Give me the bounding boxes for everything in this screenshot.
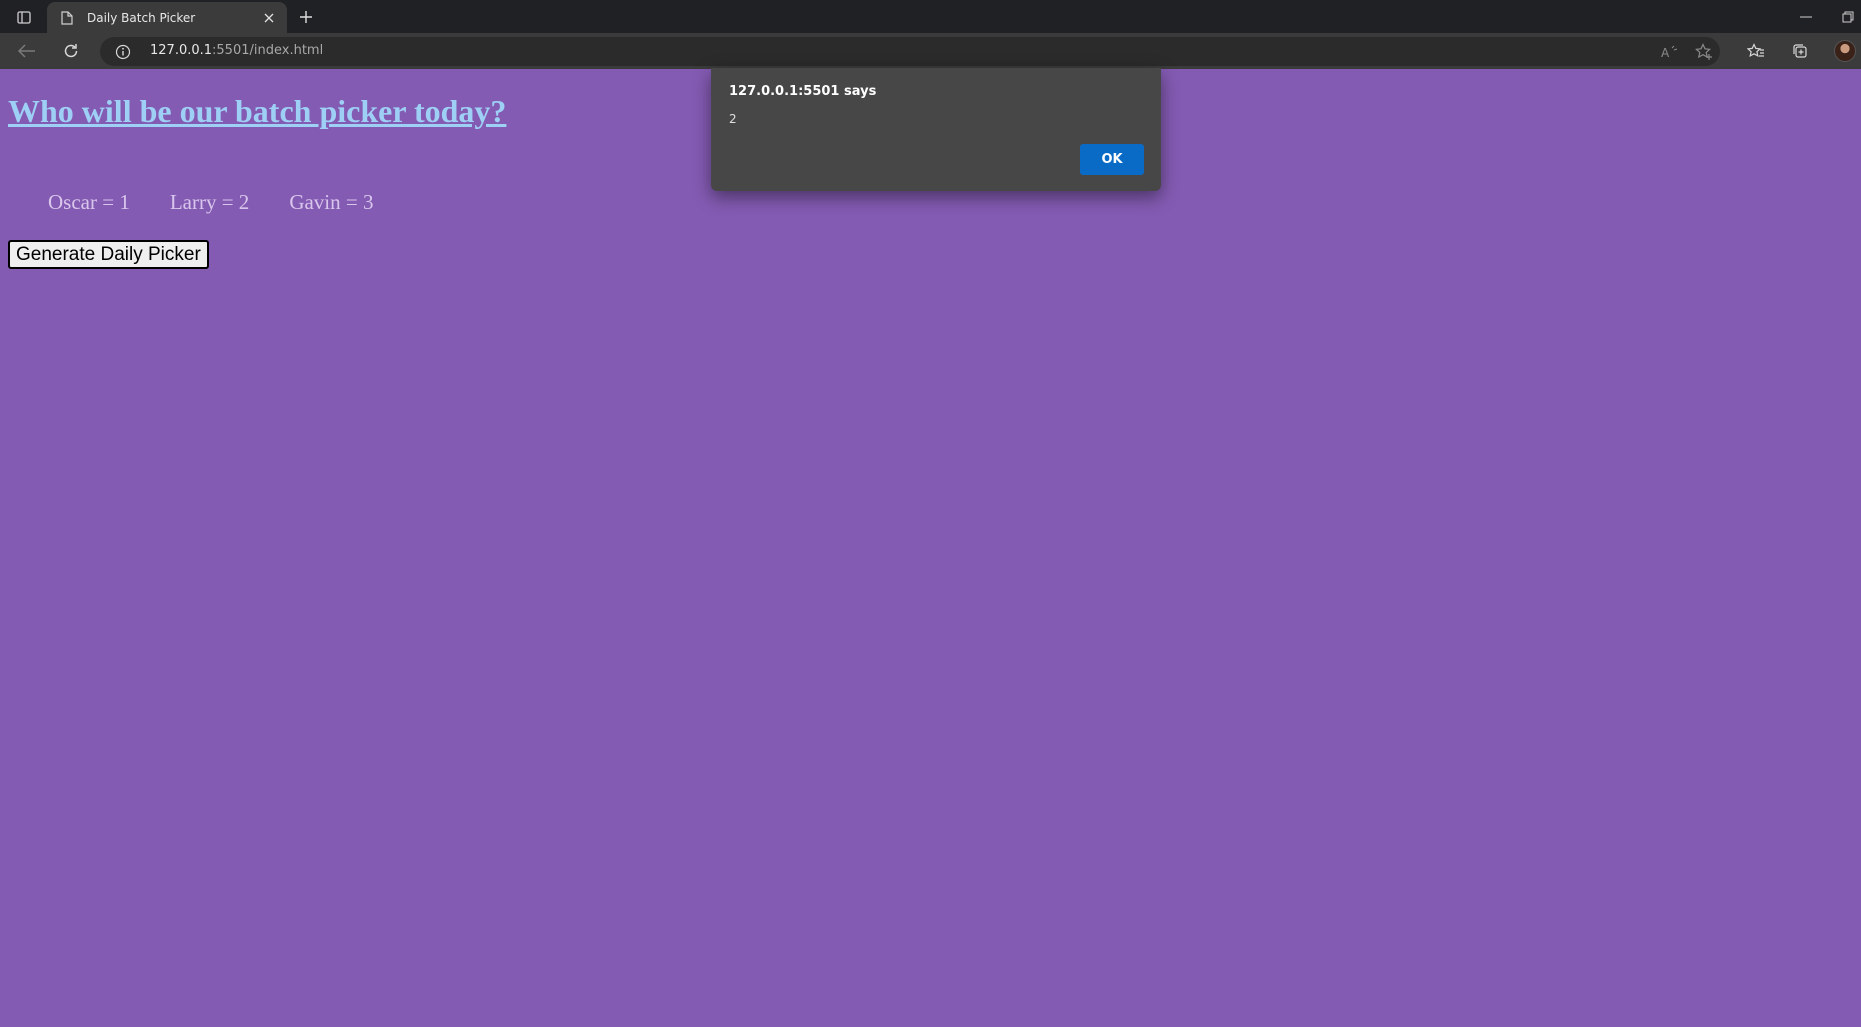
browser-toolbar: 127.0.0.1:5501/index.html A bbox=[0, 33, 1861, 69]
address-bar[interactable]: 127.0.0.1:5501/index.html A bbox=[100, 37, 1720, 66]
minimize-icon[interactable] bbox=[1792, 6, 1820, 28]
restore-icon[interactable] bbox=[1836, 6, 1860, 28]
star-plus-icon[interactable] bbox=[1694, 42, 1714, 62]
plus-icon[interactable] bbox=[294, 5, 318, 29]
url-path: :5501/index.html bbox=[212, 43, 324, 58]
tab-title: Daily Batch Picker bbox=[87, 10, 196, 25]
read-aloud-icon[interactable]: A bbox=[1660, 42, 1680, 62]
url-text[interactable]: 127.0.0.1:5501/index.html bbox=[150, 43, 323, 58]
alert-dialog: 127.0.0.1:5501 says 2 OK bbox=[711, 68, 1161, 191]
info-icon[interactable] bbox=[114, 43, 132, 61]
picker-names-list: Oscar = 1 Larry = 2 Gavin = 3 bbox=[48, 190, 413, 215]
collections-icon[interactable] bbox=[1786, 38, 1814, 64]
back-arrow-icon[interactable] bbox=[13, 38, 41, 64]
alert-title: 127.0.0.1:5501 says bbox=[729, 84, 877, 99]
name-oscar: Oscar = 1 bbox=[48, 190, 130, 214]
name-larry: Larry = 2 bbox=[169, 190, 250, 214]
page-heading: Who will be our batch picker today? bbox=[8, 93, 507, 129]
alert-ok-button[interactable]: OK bbox=[1080, 144, 1144, 175]
favorites-icon[interactable] bbox=[1742, 38, 1770, 64]
name-gavin: Gavin = 3 bbox=[289, 190, 374, 214]
tab-actions-icon[interactable] bbox=[12, 6, 36, 28]
tab-daily-batch-picker[interactable]: Daily Batch Picker bbox=[47, 2, 287, 33]
alert-message: 2 bbox=[729, 112, 737, 126]
url-host: 127.0.0.1 bbox=[150, 43, 213, 58]
svg-text:A: A bbox=[1661, 46, 1670, 59]
close-icon[interactable] bbox=[259, 8, 279, 28]
refresh-icon[interactable] bbox=[57, 38, 85, 64]
generate-daily-picker-button[interactable]: Generate Daily Picker bbox=[8, 240, 209, 269]
tab-strip: Daily Batch Picker bbox=[0, 0, 1861, 33]
avatar[interactable] bbox=[1834, 40, 1856, 62]
page-content: Who will be our batch picker today? Osca… bbox=[0, 69, 1861, 1027]
page-icon bbox=[59, 10, 75, 26]
